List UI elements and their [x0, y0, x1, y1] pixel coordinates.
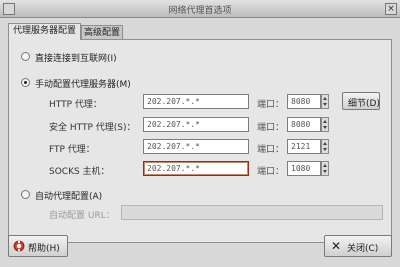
- tab-advanced-configuration[interactable]: 高级配置: [81, 25, 123, 40]
- direct-connection-label[interactable]: 直接连接到互联网(I): [35, 51, 117, 64]
- socks-port-stepper[interactable]: [321, 161, 329, 176]
- manual-proxy-radio[interactable]: [21, 78, 30, 87]
- auto-config-url-input[interactable]: [121, 205, 383, 220]
- auto-proxy-radio[interactable]: [21, 190, 30, 199]
- ftp-port-label: 端口：: [257, 145, 285, 155]
- socks-port-label: 端口：: [257, 167, 285, 177]
- socks-port-input[interactable]: 1080: [287, 161, 321, 176]
- http-port-label: 端口：: [257, 100, 285, 110]
- window-close-icon[interactable]: ×: [385, 3, 397, 15]
- socks-host-input[interactable]: 202.207.*.*: [143, 161, 249, 176]
- details-button[interactable]: 细节(D): [342, 92, 380, 110]
- close-button-label: 关闭(C): [347, 244, 379, 254]
- direct-connection-radio[interactable]: [21, 52, 30, 61]
- http-proxy-host-input[interactable]: 202.207.*.*: [143, 94, 249, 109]
- ftp-proxy-host-input[interactable]: 202.207.*.*: [143, 139, 249, 154]
- proxy-configuration-panel: 直接连接到互联网(I) 手动配置代理服务器(M) HTTP 代理： 202.20…: [8, 39, 392, 243]
- ftp-proxy-label: FTP 代理：: [49, 145, 95, 155]
- secure-http-port-input[interactable]: 8080: [287, 117, 321, 132]
- proxy-preferences-dialog: 代理服务器配置 高级配置 直接连接到互联网(I) 手动配置代理服务器(M) HT…: [0, 18, 400, 267]
- auto-config-url-label: 自动配置 URL：: [49, 211, 115, 221]
- socks-host-label: SOCKS 主机：: [49, 167, 110, 177]
- help-button[interactable]: 帮助(H): [8, 235, 68, 257]
- http-port-stepper[interactable]: [321, 94, 329, 109]
- secure-http-port-stepper[interactable]: [321, 117, 329, 132]
- close-x-icon: ✕: [331, 239, 342, 253]
- auto-proxy-label[interactable]: 自动代理配置(A): [35, 189, 102, 202]
- ftp-port-input[interactable]: 2121: [287, 139, 321, 154]
- tab-proxy-configuration[interactable]: 代理服务器配置: [8, 23, 81, 40]
- http-proxy-label: HTTP 代理：: [49, 100, 102, 110]
- details-button-label: 细节(D): [348, 99, 380, 109]
- secure-http-proxy-label: 安全 HTTP 代理(S)：: [49, 123, 136, 133]
- http-port-input[interactable]: 8080: [287, 94, 321, 109]
- title-bar: 网络代理首选项 ×: [0, 0, 400, 18]
- secure-http-proxy-host-input[interactable]: 202.207.*.*: [143, 117, 249, 132]
- close-button[interactable]: ✕ 关闭(C): [324, 235, 392, 257]
- window-title: 网络代理首选项: [168, 6, 232, 16]
- ftp-port-stepper[interactable]: [321, 139, 329, 154]
- help-lifebuoy-icon: [13, 240, 25, 252]
- help-button-label: 帮助(H): [28, 244, 60, 254]
- manual-proxy-label[interactable]: 手动配置代理服务器(M): [35, 77, 131, 90]
- secure-http-port-label: 端口：: [257, 123, 285, 133]
